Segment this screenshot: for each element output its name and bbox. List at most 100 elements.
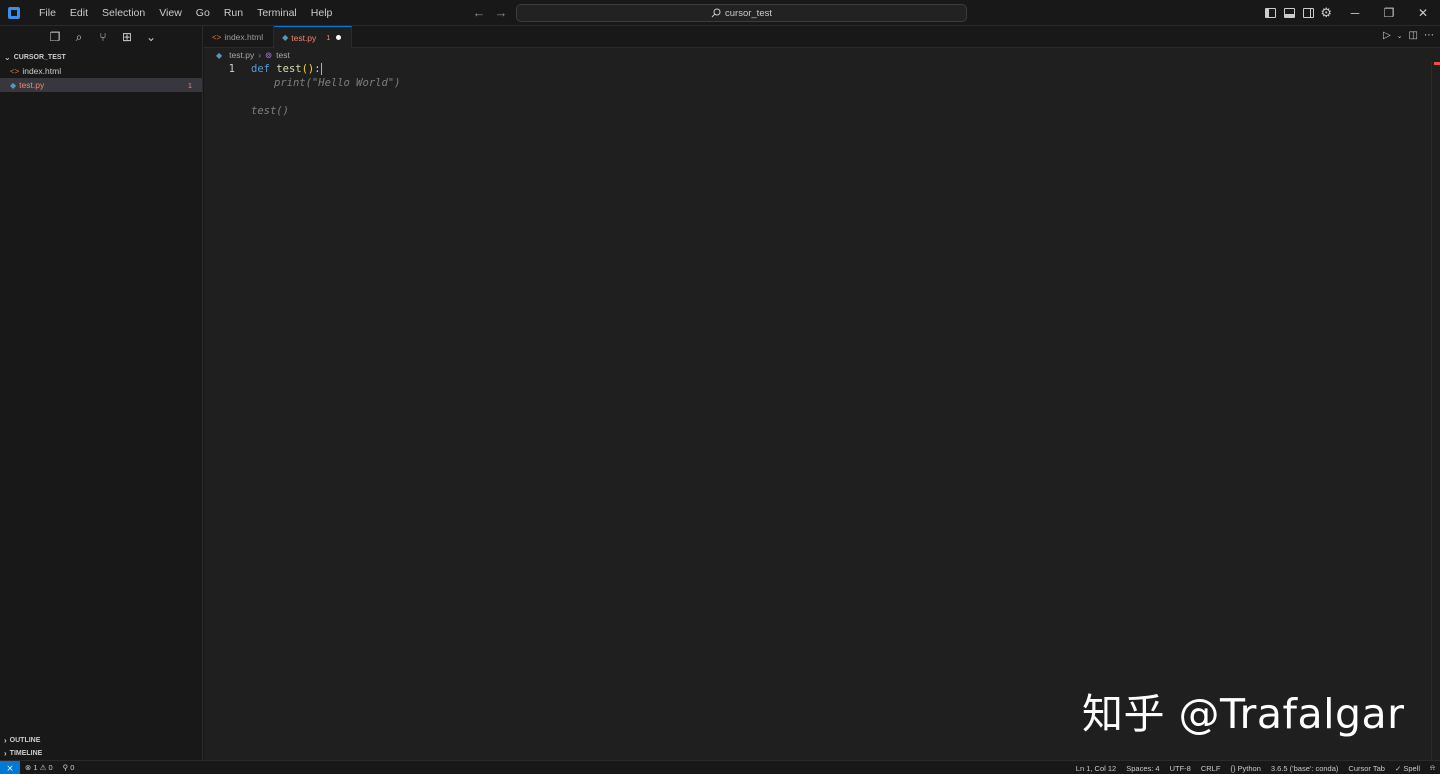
activity-toolbar: ❐ ⌕ ⑂ ⊞ ⌄ — [0, 26, 202, 48]
more-actions-icon[interactable]: ⋯ — [1424, 30, 1434, 44]
menu-terminal[interactable]: Terminal — [250, 0, 304, 26]
menu-go[interactable]: Go — [189, 0, 217, 26]
function-symbol-icon: ⊚ — [265, 49, 273, 60]
extensions-icon[interactable]: ⊞ — [120, 30, 134, 44]
title-bar: File Edit Selection View Go Run Terminal… — [0, 0, 1440, 26]
editor-area: <> index.html ◆ test.py 1 ▷ ⌄ ◫ ⋯ ◆ test… — [204, 26, 1440, 760]
chevron-right-icon: › — [4, 748, 7, 758]
gear-icon[interactable]: ⚙ — [1320, 5, 1332, 21]
outline-label: OUTLINE — [9, 736, 41, 744]
toggle-panel-icon[interactable] — [1284, 8, 1296, 18]
chevron-down-icon[interactable]: ⌄ — [1397, 30, 1403, 44]
search-icon — [711, 8, 721, 18]
file-item-index-html[interactable]: <> index.html — [0, 64, 202, 78]
folder-name: CURSOR_TEST — [13, 53, 66, 61]
notifications-icon[interactable]: ⍾ — [1425, 763, 1440, 773]
watermark: 知乎 @Trafalgar — [1082, 690, 1405, 738]
search-view-icon[interactable]: ⌕ — [72, 30, 86, 44]
menu-edit[interactable]: Edit — [63, 0, 95, 26]
source-control-icon[interactable]: ⑂ — [96, 30, 110, 44]
chevron-right-icon: › — [4, 735, 7, 745]
run-icon[interactable]: ▷ — [1383, 30, 1391, 44]
language-label: Python — [1237, 763, 1261, 773]
code-line-text: def test(): — [251, 63, 322, 75]
keyword-def: def — [251, 63, 270, 75]
menu-run[interactable]: Run — [217, 0, 250, 26]
ghost-suggestion-print: print("Hello World") — [274, 77, 401, 89]
app-logo-icon — [8, 6, 20, 19]
tab-label: test.py — [291, 32, 317, 43]
html-file-icon: <> — [212, 32, 222, 42]
spell-check[interactable]: ✓ Spell — [1390, 764, 1425, 773]
timeline-label: TIMELINE — [9, 749, 43, 757]
file-label: test.py — [19, 80, 45, 90]
error-count: 1 — [33, 763, 38, 772]
text-cursor — [320, 63, 322, 75]
python-file-icon: ◆ — [282, 33, 289, 42]
toggle-primary-sidebar-icon[interactable] — [1265, 8, 1277, 18]
menu-help[interactable]: Help — [304, 0, 340, 26]
editor-actions: ▷ ⌄ ◫ ⋯ — [1383, 30, 1434, 44]
explorer-files-icon[interactable]: ❐ — [48, 30, 62, 44]
menu-selection[interactable]: Selection — [95, 0, 152, 26]
breadcrumb-symbol[interactable]: test — [276, 50, 290, 60]
menu-bar: File Edit Selection View Go Run Terminal… — [32, 0, 339, 26]
problem-count-badge: 1 — [187, 80, 192, 90]
menu-file[interactable]: File — [32, 0, 63, 26]
chevron-down-icon[interactable]: ⌄ — [144, 30, 158, 44]
unsaved-dot-icon[interactable] — [336, 35, 342, 40]
tab-index-html[interactable]: <> index.html — [204, 26, 275, 48]
scrollbar[interactable] — [1431, 62, 1432, 760]
ghost-suggestion-call: test() — [251, 105, 289, 117]
indentation[interactable]: Spaces: 4 — [1121, 764, 1164, 773]
split-editor-icon[interactable]: ◫ — [1409, 30, 1418, 44]
explorer-sidebar: ❐ ⌕ ⑂ ⊞ ⌄ ⌄ CURSOR_TEST <> index.html ◆ … — [0, 26, 203, 760]
chevron-right-icon: › — [258, 50, 262, 60]
menu-view[interactable]: View — [152, 0, 189, 26]
toggle-secondary-sidebar-icon[interactable] — [1303, 8, 1315, 18]
folder-header[interactable]: ⌄ CURSOR_TEST — [0, 50, 202, 64]
ports-status[interactable]: ⚲ 0 — [58, 763, 80, 772]
breadcrumb-file[interactable]: test.py — [229, 50, 254, 60]
ports-count: 0 — [70, 763, 75, 772]
braces-icon: {} — [1230, 763, 1236, 773]
back-arrow-icon[interactable]: ← — [472, 5, 486, 21]
editor-tabs: <> index.html ◆ test.py 1 — [204, 26, 1440, 48]
file-label: index.html — [22, 66, 62, 76]
cursor-position[interactable]: Ln 1, Col 12 — [1071, 764, 1121, 773]
restore-button[interactable]: ❐ — [1372, 6, 1406, 20]
command-center-label: cursor_test — [725, 7, 772, 19]
command-center-search[interactable]: cursor_test — [516, 4, 967, 22]
code-line: test() — [204, 104, 1424, 118]
python-interpreter[interactable]: 3.6.5 ('base': conda) — [1266, 764, 1344, 773]
status-bar: ⨯ ⊗ 1 ⚠ 0 ⚲ 0 Ln 1, Col 12 Spaces: 4 UTF… — [0, 760, 1440, 774]
cursor-tab-status[interactable]: Cursor Tab — [1343, 764, 1390, 773]
minimize-button[interactable]: ─ — [1338, 6, 1372, 20]
error-icon: ⊗ — [25, 763, 32, 772]
python-file-icon: ◆ — [216, 50, 223, 60]
breadcrumb: ◆ test.py › ⊚ test — [204, 48, 1440, 62]
error-marker — [1434, 62, 1440, 65]
ports-icon: ⚲ — [62, 763, 69, 772]
status-bar-right: Ln 1, Col 12 Spaces: 4 UTF-8 CRLF {} Pyt… — [1071, 761, 1440, 774]
line-number: 1 — [228, 63, 235, 75]
encoding[interactable]: UTF-8 — [1165, 764, 1196, 773]
code-editor[interactable]: 1 def test(): print("Hello World") test(… — [204, 62, 1424, 118]
outline-section[interactable]: › OUTLINE — [0, 733, 40, 747]
html-file-icon: <> — [10, 66, 20, 76]
end-of-line[interactable]: CRLF — [1196, 764, 1226, 773]
function-name: test — [276, 63, 302, 75]
file-item-test-py[interactable]: ◆ test.py 1 — [0, 78, 202, 92]
timeline-section[interactable]: › TIMELINE — [0, 746, 42, 760]
python-file-icon: ◆ — [10, 80, 17, 90]
language-mode[interactable]: {} Python — [1225, 764, 1265, 773]
warning-count: 0 — [48, 763, 53, 772]
close-window-button[interactable]: ✕ — [1406, 6, 1440, 20]
remote-indicator-icon[interactable]: ⨯ — [0, 760, 20, 774]
tab-problem-count: 1 — [326, 33, 331, 42]
problems-status[interactable]: ⊗ 1 ⚠ 0 — [20, 763, 58, 772]
tab-test-py[interactable]: ◆ test.py 1 — [274, 26, 353, 48]
chevron-down-icon: ⌄ — [4, 52, 11, 62]
spell-label: Spell — [1403, 763, 1421, 773]
forward-arrow-icon[interactable]: → — [494, 5, 508, 21]
